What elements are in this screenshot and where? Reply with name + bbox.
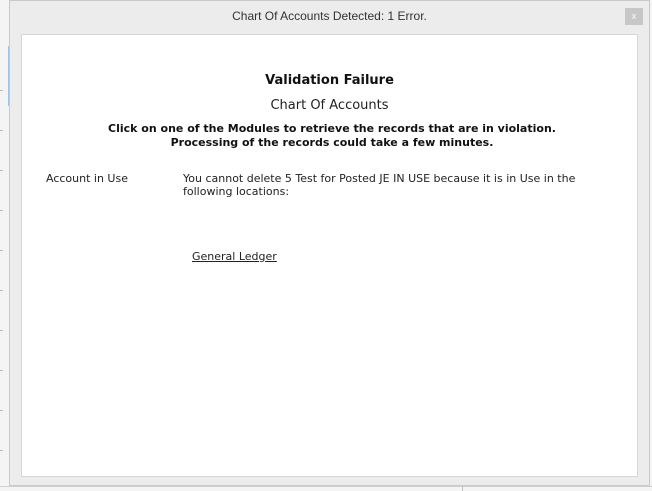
validation-subheading: Chart Of Accounts <box>270 98 389 113</box>
validation-heading: Validation Failure <box>265 73 394 88</box>
dialog-titlebar[interactable]: Chart Of Accounts Detected: 1 Error. x <box>10 1 649 32</box>
background-gridline <box>0 370 3 371</box>
background-gridline <box>0 90 3 91</box>
background-gridline <box>0 210 3 211</box>
bottom-divider-tick <box>462 486 463 491</box>
dialog-content: Validation Failure Chart Of Accounts Cli… <box>21 34 638 477</box>
validation-instruction: Click on one of the Modules to retrieve … <box>108 122 556 149</box>
dialog-title: Chart Of Accounts Detected: 1 Error. <box>232 9 427 23</box>
background-gridline <box>0 250 3 251</box>
close-button[interactable]: x <box>625 8 643 25</box>
background-gridline <box>0 330 3 331</box>
error-type-label: Account in Use <box>46 172 128 185</box>
error-message: You cannot delete 5 Test for Posted JE I… <box>183 172 576 198</box>
bottom-divider <box>0 486 652 487</box>
background-gridline <box>0 170 3 171</box>
background-gridline <box>0 450 3 451</box>
close-icon: x <box>631 11 637 21</box>
background-gridline <box>0 410 3 411</box>
module-link-general-ledger[interactable]: General Ledger <box>192 250 277 263</box>
error-dialog: Chart Of Accounts Detected: 1 Error. x V… <box>9 0 650 486</box>
background-gridline <box>0 290 3 291</box>
background-gridline <box>0 130 3 131</box>
